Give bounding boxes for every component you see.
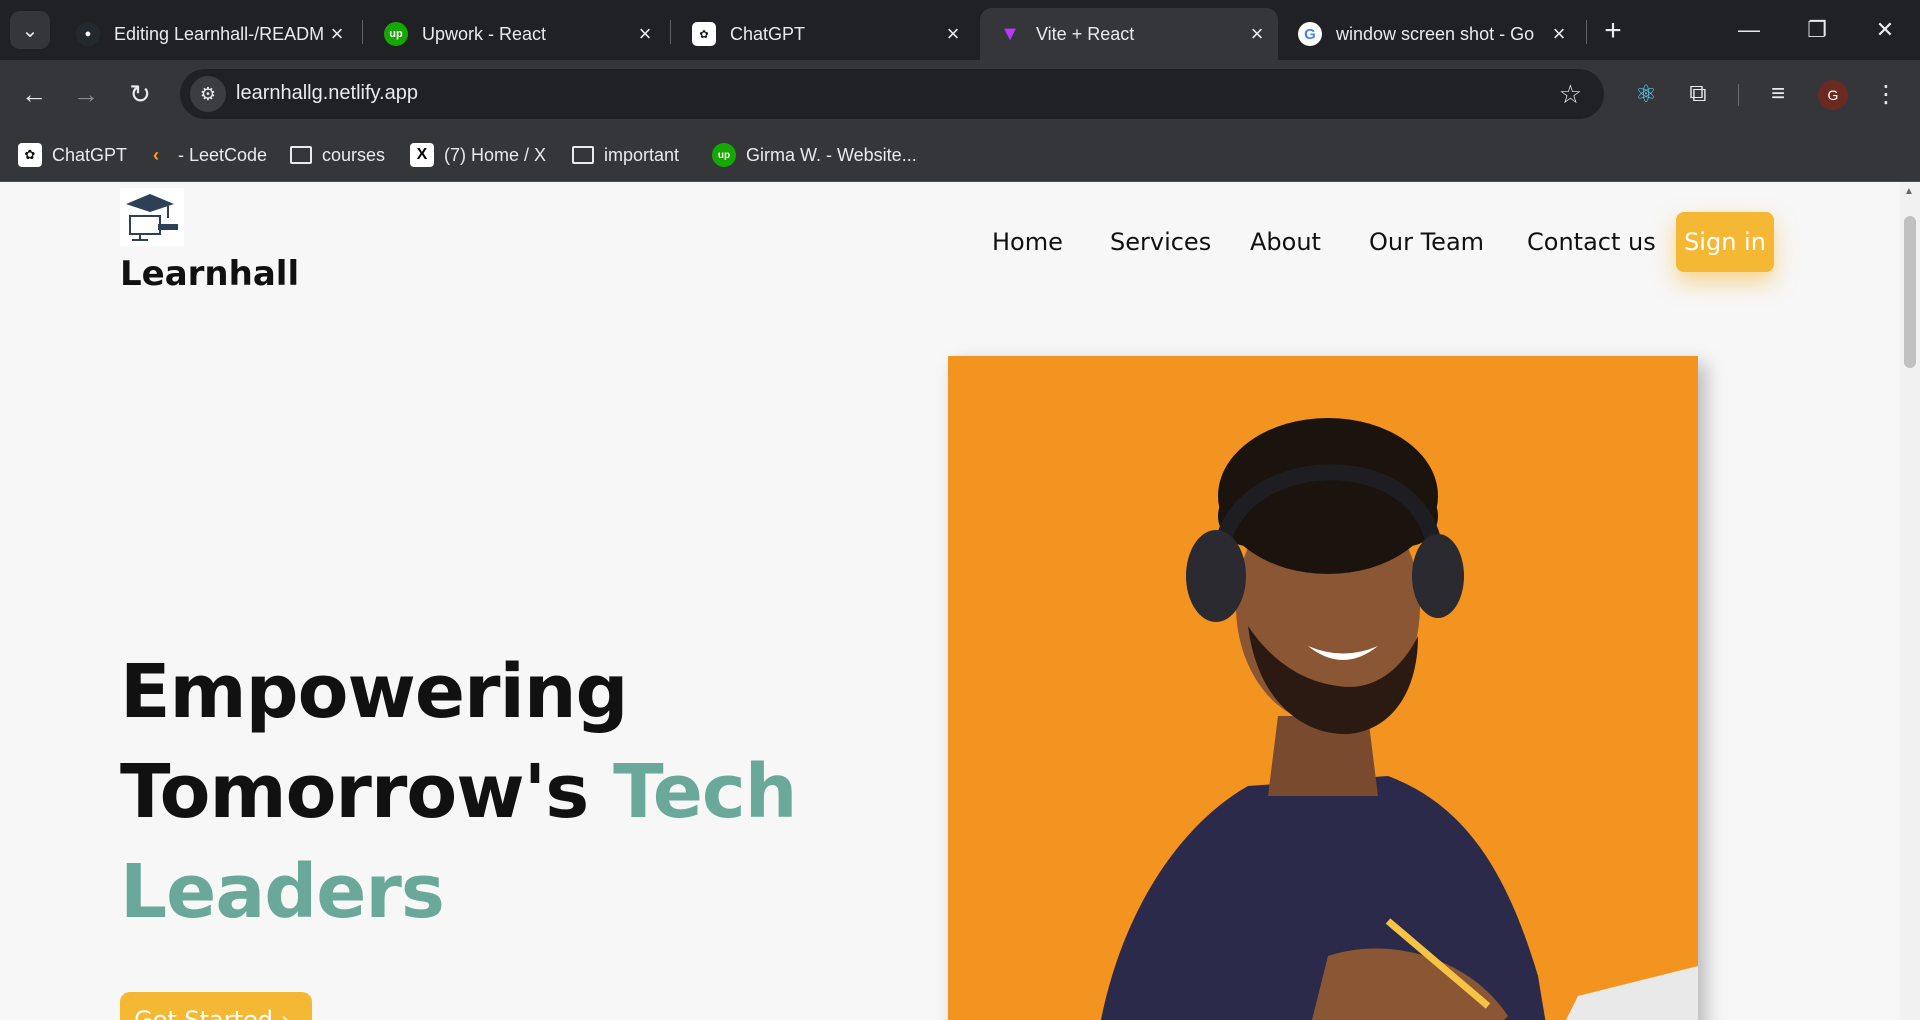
nav-services[interactable]: Services [1110,228,1211,256]
vite-icon: ▼ [1000,22,1020,45]
close-icon[interactable]: × [632,21,658,47]
bookmark-leetcode[interactable]: ‹ - LeetCode [144,141,267,169]
bookmark-upwork-profile[interactable]: up Girma W. - Website... [712,141,917,169]
minimize-icon: — [1738,17,1760,42]
forward-button[interactable]: → [68,76,104,112]
tab-google[interactable]: G window screen shot - Go × [1280,8,1580,60]
tab-divider [362,20,363,44]
url-text[interactable]: learnhallg.netlify.app [236,82,418,105]
learnhall-logo[interactable] [120,188,184,246]
close-window-button[interactable]: ✕ [1860,10,1910,50]
cta-label: Get Started [134,1006,274,1020]
chatgpt-icon: ✿ [18,143,42,167]
extensions-icon[interactable]: ⧉ [1678,74,1718,114]
restore-button[interactable]: ❐ [1792,10,1842,50]
hero-heading: Empowering Tomorrow's Tech Leaders [120,642,797,942]
bookmark-star-icon[interactable]: ☆ [1559,79,1582,110]
tab-divider [670,20,671,44]
tab-vite-react[interactable]: ▼ Vite + React × [980,8,1278,60]
arrow-left-icon: ← [21,78,47,109]
close-icon[interactable]: × [940,21,966,47]
github-icon: ● [76,22,100,46]
brand-name: Learnhall [120,254,300,294]
restore-icon: ❐ [1807,17,1827,42]
site-settings-icon[interactable]: ⚙ [190,76,226,112]
bookmark-folder-courses[interactable]: courses [290,141,385,169]
bookmark-folder-important[interactable]: important [572,141,679,169]
x-icon: X [410,143,434,167]
close-icon: ✕ [1875,17,1895,42]
sign-in-button[interactable]: Sign in [1676,212,1774,272]
back-button[interactable]: ← [16,76,52,112]
menu-icon[interactable]: ⋮ [1866,74,1906,114]
hero-accent-tech: Tech [613,749,797,835]
scroll-up-icon[interactable]: ▲ [1904,186,1914,197]
address-bar[interactable]: ⚙ learnhallg.netlify.app ☆ [180,69,1604,119]
nav-contact-us[interactable]: Contact us [1527,228,1656,256]
arrow-right-icon: → [73,78,99,109]
close-icon[interactable]: × [1546,21,1572,47]
hero-line-2: Tomorrow's [120,749,589,835]
web-page: Learnhall Home Services About Our Team C… [0,182,1900,1020]
folder-icon [572,146,594,164]
folder-icon [290,146,312,164]
new-tab-button[interactable]: + [1596,14,1630,48]
google-icon: G [1298,22,1322,46]
browser-toolbar: ← → ↻ ⚙ learnhallg.netlify.app ☆ ⚛ ⧉ ≡ G… [0,60,1920,128]
tab-github[interactable]: ● Editing Learnhall-/READM × [58,8,358,60]
media-controls-icon[interactable]: ≡ [1758,74,1798,114]
toolbar-divider [1738,84,1739,106]
chevron-right-icon: › [280,1006,291,1020]
profile-avatar[interactable]: G [1818,80,1848,110]
close-icon[interactable]: × [1244,21,1270,47]
minimize-button[interactable]: — [1724,10,1774,50]
leetcode-icon: ‹ [153,144,159,165]
page-scrollbar[interactable]: ▲ [1900,182,1920,1020]
react-devtools-icon[interactable]: ⚛ [1626,74,1666,114]
nav-about[interactable]: About [1250,228,1321,256]
upwork-icon: up [712,143,736,167]
tab-divider [1586,20,1587,44]
hero-accent-leaders: Leaders [120,849,445,935]
bookmark-x-home[interactable]: X (7) Home / X [410,141,546,169]
chatgpt-icon: ✿ [692,22,716,46]
tab-search-button[interactable]: ⌄ [10,11,50,49]
bookmark-chatgpt[interactable]: ✿ ChatGPT [18,141,127,169]
tab-upwork[interactable]: up Upwork - React × [366,8,666,60]
scrollbar-thumb[interactable] [1904,216,1916,368]
bookmarks-bar: ✿ ChatGPT ‹ - LeetCode courses X (7) Hom… [0,128,1920,182]
close-icon[interactable]: × [324,21,350,47]
tab-chatgpt[interactable]: ✿ ChatGPT × [674,8,974,60]
plus-icon: + [1604,14,1622,47]
tab-strip: ⌄ ● Editing Learnhall-/READM × up Upwork… [0,0,1920,60]
reload-button[interactable]: ↻ [122,76,158,112]
hero-student-photo [948,356,1698,1020]
nav-home[interactable]: Home [992,228,1063,256]
chevron-down-icon: ⌄ [21,19,39,42]
nav-our-team[interactable]: Our Team [1369,228,1484,256]
reload-icon: ↻ [129,78,151,109]
hero-line-1: Empowering [120,649,629,735]
get-started-button[interactable]: Get Started › [120,992,312,1020]
upwork-icon: up [384,22,408,46]
